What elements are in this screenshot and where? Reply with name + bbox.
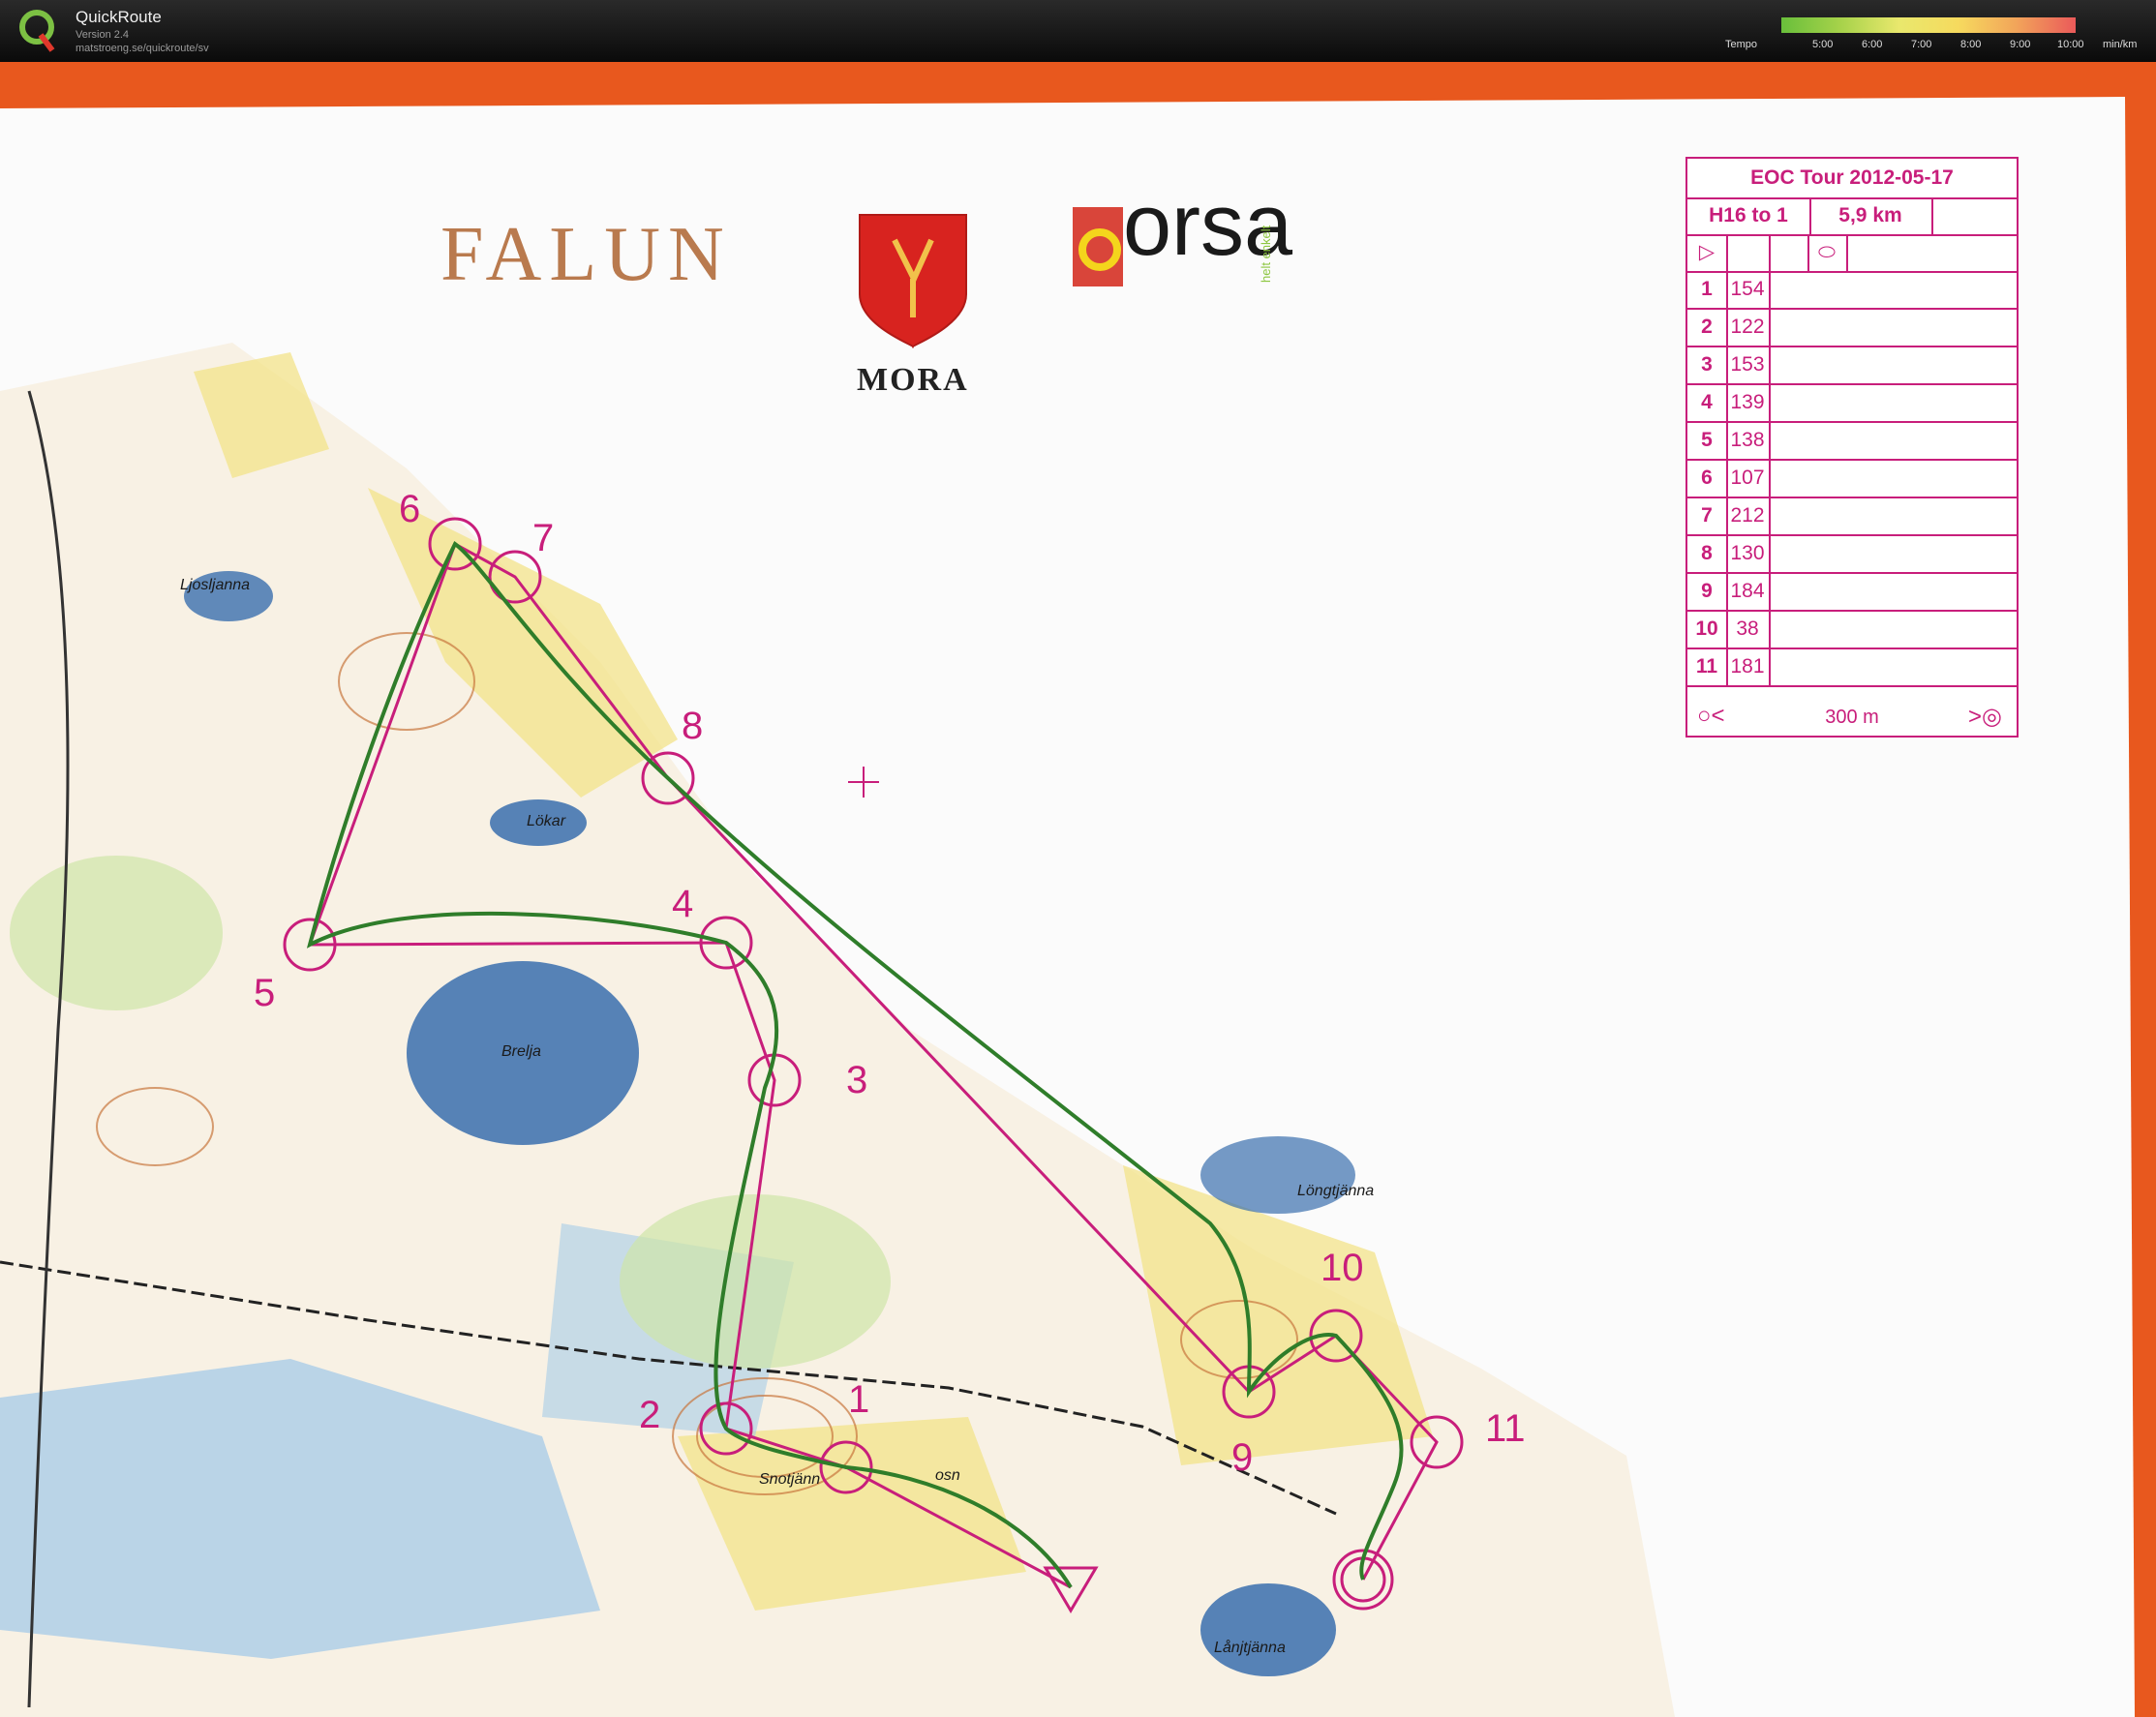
empty-cell bbox=[1769, 234, 1809, 271]
control-row: 6 107 bbox=[1687, 460, 2017, 498]
control-row-code: 130 bbox=[1726, 535, 1771, 572]
control-row-number: 3 bbox=[1687, 346, 1728, 383]
control-row: 1 154 bbox=[1687, 271, 2017, 310]
control-number: 11 bbox=[1485, 1407, 1526, 1450]
control-row-code: 212 bbox=[1726, 497, 1771, 534]
control-row-number: 1 bbox=[1687, 271, 1728, 308]
control-number: 4 bbox=[672, 883, 694, 925]
place-name: Ljosljanna bbox=[180, 577, 251, 593]
control-row-code: 154 bbox=[1726, 271, 1771, 308]
app-title: QuickRoute bbox=[76, 8, 162, 26]
control-card-class: H16 to 1 bbox=[1687, 197, 1811, 234]
control-row-number: 8 bbox=[1687, 535, 1728, 572]
finish-distance: 300 m bbox=[1825, 707, 1879, 728]
control-row-number: 4 bbox=[1687, 384, 1728, 421]
control-number: 9 bbox=[1231, 1436, 1254, 1479]
tempo-label: Tempo bbox=[1725, 39, 1758, 50]
control-row-number: 9 bbox=[1687, 573, 1728, 610]
control-number: 7 bbox=[532, 517, 555, 559]
start-triangle-icon: ▷ bbox=[1687, 234, 1728, 271]
control-number: 2 bbox=[639, 1394, 661, 1436]
control-card-length: 5,9 km bbox=[1809, 197, 1933, 234]
control-row-number: 11 bbox=[1687, 648, 1728, 685]
tempo-tick: 9:00 bbox=[2010, 39, 2031, 50]
control-number: 8 bbox=[682, 705, 704, 747]
quickroute-logo-icon bbox=[19, 10, 55, 52]
tempo-tick: 8:00 bbox=[1960, 39, 1982, 50]
lake-longtjanna bbox=[1200, 1136, 1355, 1214]
control-card-class-row: H16 to 1 5,9 km bbox=[1687, 197, 2017, 236]
control-row-number: 10 bbox=[1687, 611, 1728, 648]
tempo-tick: 7:00 bbox=[1911, 39, 1932, 50]
place-name: Snotjänn bbox=[759, 1471, 821, 1488]
tempo-tick: 5:00 bbox=[1812, 39, 1834, 50]
place-name: Lånjtjänna bbox=[1214, 1640, 1286, 1656]
app-header: QuickRoute Version 2.4 matstroeng.se/qui… bbox=[0, 0, 2156, 62]
tempo-tick: 6:00 bbox=[1862, 39, 1883, 50]
control-row: 11 181 bbox=[1687, 648, 2017, 687]
control-row-code: 107 bbox=[1726, 460, 1771, 497]
control-number: 6 bbox=[399, 488, 421, 530]
control-row-code: 38 bbox=[1726, 611, 1771, 648]
symbol-icon: ⬭ bbox=[1807, 234, 1848, 271]
control-number: 10 bbox=[1321, 1247, 1364, 1289]
control-row-number: 2 bbox=[1687, 309, 1728, 346]
tempo-unit: min/km bbox=[2103, 39, 2138, 50]
control-row: 2 122 bbox=[1687, 309, 2017, 347]
tempo-color-scale bbox=[1781, 17, 2076, 33]
tempo-tick: 10:00 bbox=[2057, 39, 2084, 50]
control-row: 10 38 bbox=[1687, 611, 2017, 649]
control-description-card: EOC Tour 2012-05-17 H16 to 1 5,9 km ▷ ⬭ … bbox=[1685, 157, 2019, 738]
lake-lanjtjanna bbox=[1200, 1583, 1336, 1676]
app-version: Version 2.4 bbox=[76, 29, 130, 41]
falun-logo: FALUN bbox=[440, 212, 732, 297]
orsa-logo-icon bbox=[1073, 207, 1123, 286]
control-row-code: 184 bbox=[1726, 573, 1771, 610]
control-row-number: 5 bbox=[1687, 422, 1728, 459]
place-name: Löngtjänna bbox=[1297, 1183, 1375, 1199]
finish-icon: >◎ bbox=[1968, 704, 2002, 730]
place-name: Brelja bbox=[501, 1043, 541, 1060]
control-row-number: 7 bbox=[1687, 497, 1728, 534]
control-card-title: EOC Tour 2012-05-17 bbox=[1687, 159, 2017, 199]
control-row-code: 153 bbox=[1726, 346, 1771, 383]
control-row: 7 212 bbox=[1687, 497, 2017, 536]
mora-logo-text: MORA bbox=[857, 362, 969, 398]
control-row-code: 122 bbox=[1726, 309, 1771, 346]
control-row: 5 138 bbox=[1687, 422, 2017, 461]
control-number: 1 bbox=[848, 1378, 870, 1421]
control-row: 4 139 bbox=[1687, 384, 2017, 423]
control-row-code: 181 bbox=[1726, 648, 1771, 685]
place-name: Lökar bbox=[527, 813, 566, 829]
app-url[interactable]: matstroeng.se/quickroute/sv bbox=[76, 43, 209, 54]
control-number: 5 bbox=[254, 972, 276, 1014]
control-row-number: 6 bbox=[1687, 460, 1728, 497]
vegetation bbox=[10, 856, 223, 1010]
empty-cell bbox=[1726, 234, 1771, 271]
orsa-tagline: helt enkelt bbox=[1259, 225, 1273, 283]
mora-coat-of-arms-icon bbox=[859, 214, 967, 348]
control-row: 3 153 bbox=[1687, 346, 2017, 385]
control-card-finish-row: ○< 300 m >◎ bbox=[1687, 699, 2017, 736]
control-row: 9 184 bbox=[1687, 573, 2017, 612]
control-row-code: 138 bbox=[1726, 422, 1771, 459]
place-name: osn bbox=[935, 1467, 960, 1484]
control-row: 8 130 bbox=[1687, 535, 2017, 574]
control-row-code: 139 bbox=[1726, 384, 1771, 421]
control-number: 3 bbox=[846, 1059, 868, 1101]
control-card-start-row: ▷ ⬭ bbox=[1687, 234, 2017, 273]
